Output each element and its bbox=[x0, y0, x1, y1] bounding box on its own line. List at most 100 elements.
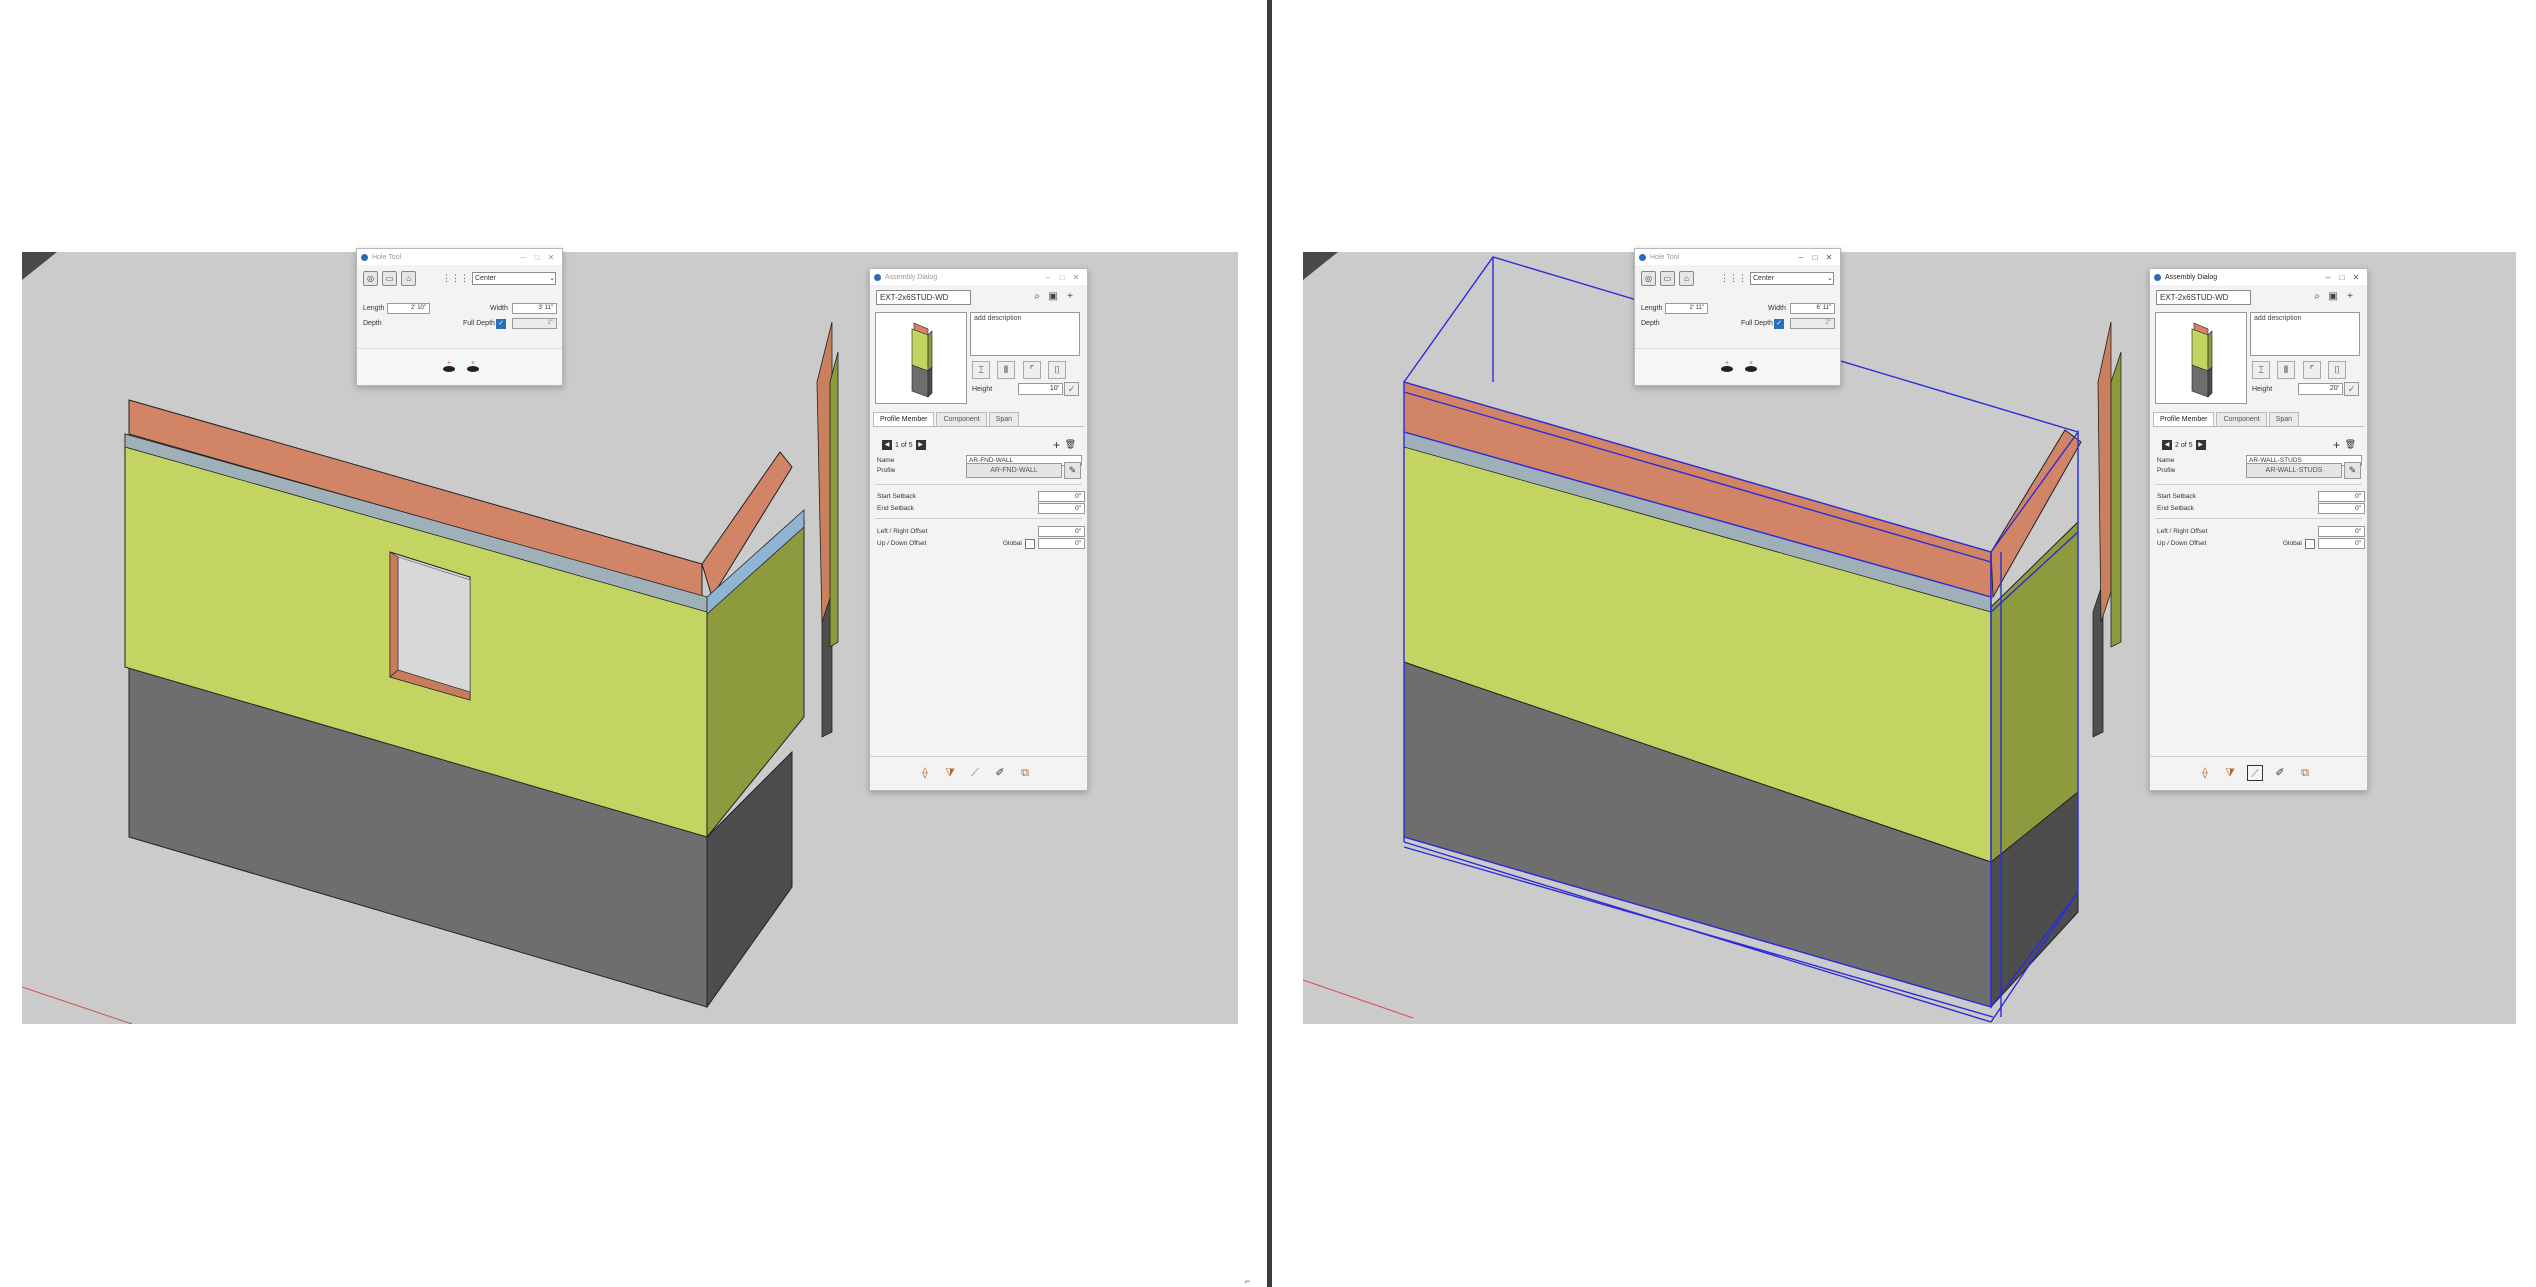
full-depth-checkbox[interactable]: ✓ bbox=[496, 319, 506, 329]
minimize-icon[interactable]: – bbox=[2321, 273, 2335, 282]
add-hole-icon[interactable]: + bbox=[1720, 359, 1734, 373]
save-icon[interactable]: ▣ bbox=[2326, 291, 2340, 303]
eyedropper-icon[interactable]: ✐ bbox=[2272, 765, 2288, 781]
lr-offset-label: Left / Right Offset bbox=[877, 528, 928, 535]
global-checkbox[interactable] bbox=[2305, 539, 2315, 549]
end-setback-input[interactable]: 0" bbox=[1038, 503, 1085, 514]
close-icon[interactable]: ✕ bbox=[2349, 273, 2363, 282]
close-icon[interactable]: ✕ bbox=[1822, 253, 1836, 262]
align-right-icon[interactable]: ⌷ bbox=[1048, 361, 1066, 379]
add-hole-icon[interactable]: + bbox=[442, 359, 456, 373]
hole-tool-titlebar[interactable]: Hole Tool – □ ✕ bbox=[1635, 249, 1840, 265]
description-textarea[interactable]: add description bbox=[2250, 312, 2360, 356]
eyedropper-icon[interactable]: ✐ bbox=[992, 765, 1008, 781]
maximize-icon[interactable]: □ bbox=[530, 253, 544, 262]
start-setback-input[interactable]: 0" bbox=[2318, 491, 2365, 502]
component-tool-icon[interactable]: ⧩ bbox=[942, 765, 958, 781]
end-setback-input[interactable]: 0" bbox=[2318, 503, 2365, 514]
tab-component[interactable]: Component bbox=[936, 412, 987, 427]
circle-hole-icon[interactable]: ◎ bbox=[363, 270, 378, 286]
close-icon[interactable]: ✕ bbox=[1069, 273, 1083, 282]
maximize-icon[interactable]: □ bbox=[2335, 273, 2349, 282]
span-tool-icon[interactable]: ⟋ bbox=[967, 765, 983, 781]
plus-icon[interactable]: + bbox=[1063, 291, 1077, 303]
tab-profile-member[interactable]: Profile Member bbox=[2153, 412, 2215, 427]
ud-offset-input[interactable]: 0" bbox=[2318, 538, 2365, 549]
length-input[interactable]: 2' 10" bbox=[387, 303, 430, 314]
align-left-icon[interactable]: ⌶ bbox=[2252, 361, 2270, 379]
circle-hole-icon[interactable]: ◎ bbox=[1641, 270, 1656, 286]
grid-icon[interactable]: ⋮⋮⋮ bbox=[1720, 273, 1747, 284]
prev-member-button[interactable]: ◀ bbox=[882, 440, 892, 450]
assembly-name-input[interactable]: EXT-2x6STUD-WD bbox=[876, 290, 971, 305]
assembly-name-input[interactable]: EXT-2x6STUD-WD bbox=[2156, 290, 2251, 305]
start-setback-label: Start Setback bbox=[2157, 493, 2197, 500]
minimize-icon[interactable]: – bbox=[1041, 273, 1055, 282]
remove-hole-icon[interactable]: × bbox=[1744, 359, 1758, 373]
height-input[interactable]: 10' bbox=[1018, 383, 1063, 395]
corner-icon[interactable]: ⌜ bbox=[1023, 361, 1041, 379]
tab-component[interactable]: Component bbox=[2216, 412, 2267, 427]
placement-select[interactable]: Center ⌄ bbox=[1750, 271, 1834, 285]
prev-member-button[interactable]: ◀ bbox=[2162, 440, 2172, 450]
minimize-icon[interactable]: – bbox=[516, 253, 530, 262]
search-icon[interactable]: ⌕ bbox=[2310, 291, 2324, 303]
corner-icon[interactable]: ⌜ bbox=[2303, 361, 2321, 379]
apply-check-button[interactable]: ✓ bbox=[1064, 382, 1079, 396]
global-checkbox[interactable] bbox=[1025, 539, 1035, 549]
align-right-icon[interactable]: ⌷ bbox=[2328, 361, 2346, 379]
profile-select[interactable]: AR-WALL-STUDS bbox=[2246, 463, 2342, 478]
lr-offset-input[interactable]: 0" bbox=[1038, 526, 1085, 537]
width-input[interactable]: 3' 11" bbox=[512, 303, 557, 314]
maximize-icon[interactable]: □ bbox=[1055, 273, 1069, 282]
span-tool-icon[interactable]: ⟋ bbox=[2247, 765, 2263, 781]
close-icon[interactable]: ✕ bbox=[544, 253, 558, 262]
rectangle-hole-icon[interactable]: ▭ bbox=[382, 270, 397, 286]
add-member-icon[interactable]: + bbox=[2333, 438, 2340, 452]
layers-icon[interactable]: ⧉ bbox=[2297, 765, 2313, 781]
profile-select[interactable]: AR-FND-WALL bbox=[966, 463, 1062, 478]
minimize-icon[interactable]: – bbox=[1794, 253, 1808, 262]
length-input[interactable]: 2' 11" bbox=[1665, 303, 1708, 314]
pencil-icon[interactable]: ✎ bbox=[1064, 462, 1081, 479]
next-member-button[interactable]: ▶ bbox=[2195, 440, 2206, 450]
height-input[interactable]: 20' bbox=[2298, 383, 2343, 395]
save-icon[interactable]: ▣ bbox=[1046, 291, 1060, 303]
tab-profile-member[interactable]: Profile Member bbox=[873, 412, 935, 427]
assembly-titlebar[interactable]: Assembly Dialog – □ ✕ bbox=[870, 269, 1087, 285]
align-left-icon[interactable]: ⌶ bbox=[972, 361, 990, 379]
remove-hole-icon[interactable]: × bbox=[466, 359, 480, 373]
width-input[interactable]: 6' 11" bbox=[1790, 303, 1835, 314]
add-member-icon[interactable]: + bbox=[1053, 438, 1060, 452]
trash-icon[interactable]: 🗑 bbox=[1065, 439, 1076, 450]
align-center-icon[interactable]: Ⅱ bbox=[997, 361, 1015, 379]
trash-icon[interactable]: 🗑 bbox=[2345, 439, 2356, 450]
profile-member-tool-icon[interactable]: ⟠ bbox=[2197, 765, 2213, 781]
plus-icon[interactable]: + bbox=[2343, 291, 2357, 303]
align-center-icon[interactable]: Ⅱ bbox=[2277, 361, 2295, 379]
tab-span[interactable]: Span bbox=[2268, 412, 2300, 427]
profile-member-tool-icon[interactable]: ⟠ bbox=[917, 765, 933, 781]
component-tool-icon[interactable]: ⧩ bbox=[2222, 765, 2238, 781]
rectangle-hole-icon[interactable]: ▭ bbox=[1660, 270, 1675, 286]
search-icon[interactable]: ⌕ bbox=[1030, 291, 1044, 303]
apply-check-button[interactable]: ✓ bbox=[2344, 382, 2359, 396]
lr-offset-input[interactable]: 0" bbox=[2318, 526, 2365, 537]
depth-input[interactable]: 2" bbox=[512, 318, 557, 329]
description-textarea[interactable]: add description bbox=[970, 312, 1080, 356]
placement-select[interactable]: Center ⌄ bbox=[472, 271, 556, 285]
maximize-icon[interactable]: □ bbox=[1808, 253, 1822, 262]
next-member-button[interactable]: ▶ bbox=[915, 440, 926, 450]
ud-offset-input[interactable]: 0" bbox=[1038, 538, 1085, 549]
tab-span[interactable]: Span bbox=[988, 412, 1020, 427]
grid-icon[interactable]: ⋮⋮⋮ bbox=[442, 273, 469, 284]
assembly-titlebar[interactable]: Assembly Dialog – □ ✕ bbox=[2150, 269, 2367, 285]
arch-hole-icon[interactable]: ⌂ bbox=[401, 270, 416, 286]
full-depth-checkbox[interactable]: ✓ bbox=[1774, 319, 1784, 329]
start-setback-input[interactable]: 0" bbox=[1038, 491, 1085, 502]
arch-hole-icon[interactable]: ⌂ bbox=[1679, 270, 1694, 286]
depth-input[interactable]: 2" bbox=[1790, 318, 1835, 329]
layers-icon[interactable]: ⧉ bbox=[1017, 765, 1033, 781]
pencil-icon[interactable]: ✎ bbox=[2344, 462, 2361, 479]
hole-tool-titlebar[interactable]: Hole Tool – □ ✕ bbox=[357, 249, 562, 265]
